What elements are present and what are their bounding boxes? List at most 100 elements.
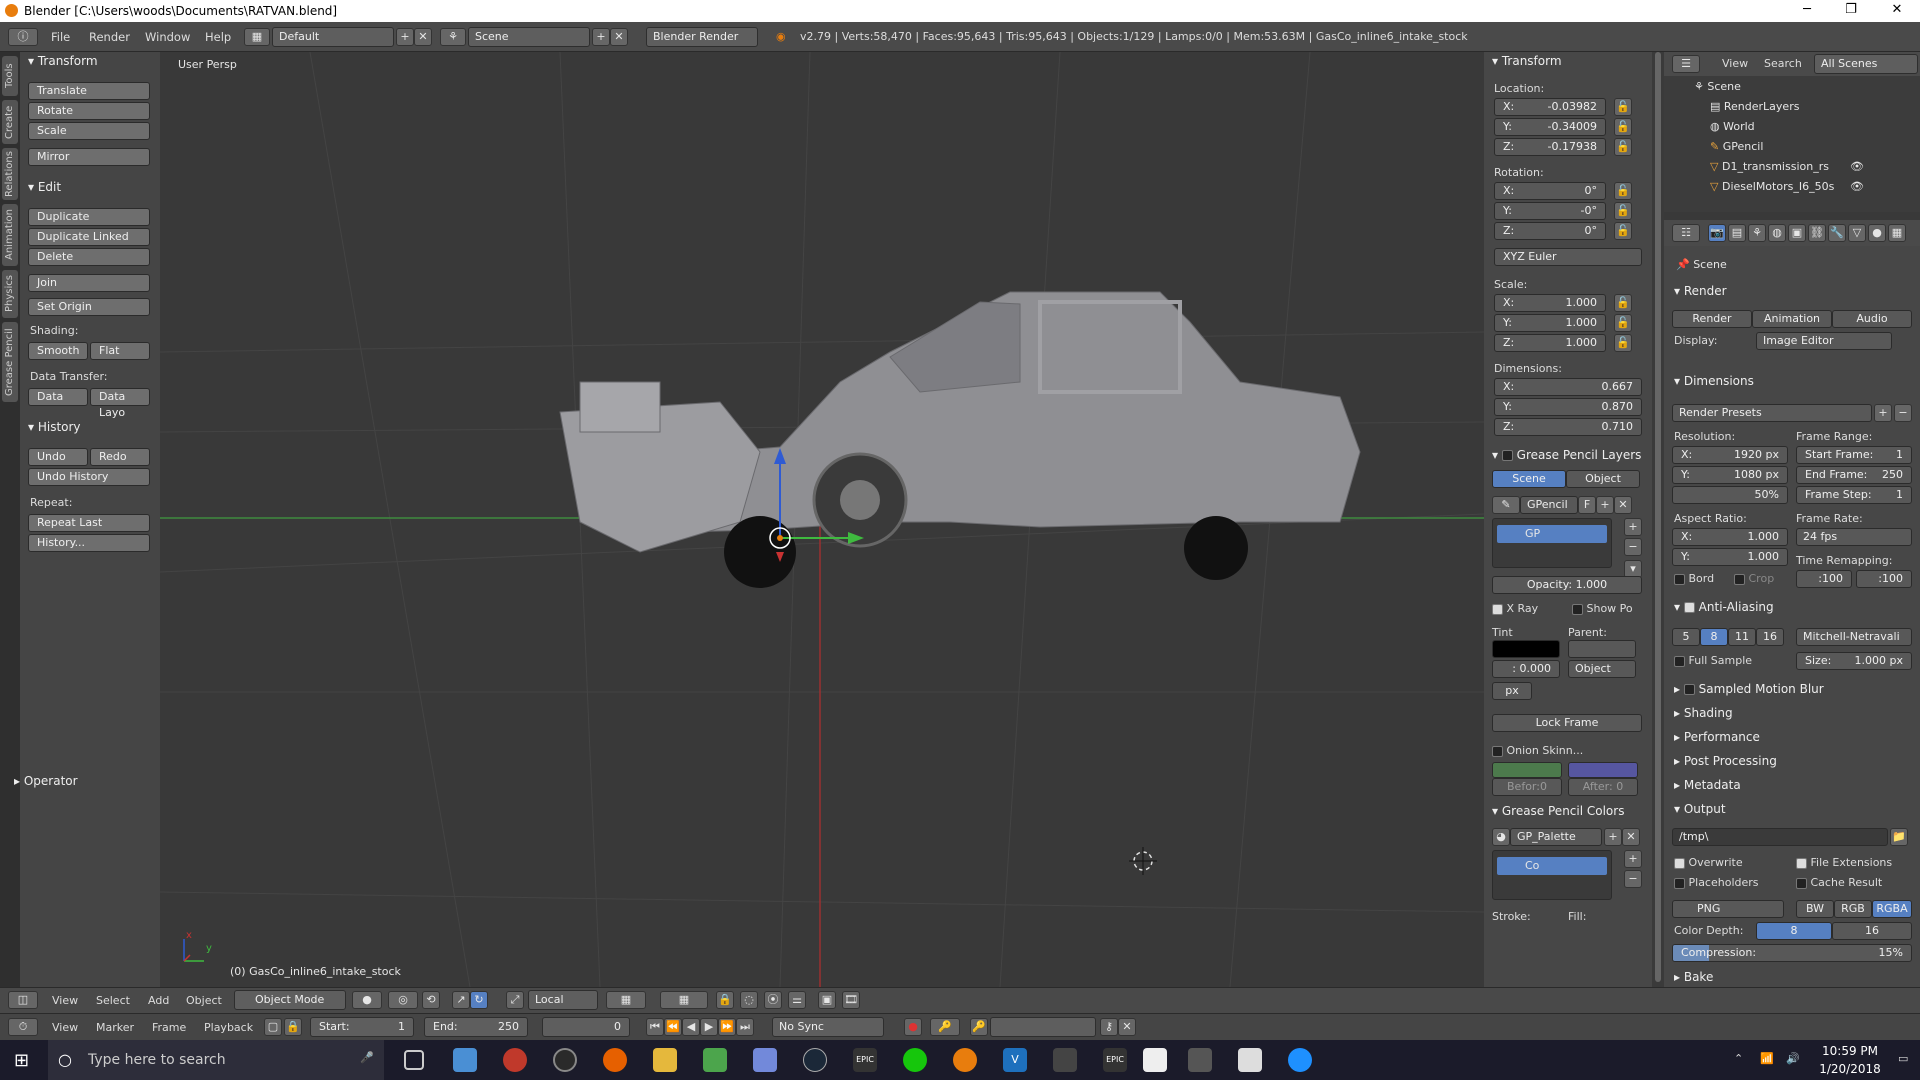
aa-11-button[interactable]: 11 (1728, 628, 1756, 646)
proportional-edit-icon[interactable]: ◌ (740, 991, 758, 1009)
snap-element-icon[interactable]: ⚌ (788, 991, 806, 1009)
network-icon[interactable]: 📶 (1760, 1052, 1774, 1065)
mail-icon[interactable] (1238, 1048, 1262, 1072)
taskbar-search-box[interactable]: ○ Type here to search 🎤 (48, 1040, 384, 1080)
render-presets-select[interactable]: Render Presets (1672, 404, 1872, 422)
lock-icon[interactable]: 🔓 (1614, 334, 1632, 352)
data-layout-button[interactable]: Data Layo (90, 388, 150, 419)
smooth-button[interactable]: Smooth (28, 342, 88, 360)
vheader-add-menu[interactable]: Add (148, 994, 169, 1007)
folder-icon[interactable]: 📁 (1890, 828, 1908, 846)
minimize-button[interactable]: ─ (1784, 0, 1830, 22)
tab-animation[interactable]: Animation (2, 204, 18, 266)
output-path-field[interactable]: /tmp\ (1672, 828, 1888, 846)
lock-icon[interactable]: 🔓 (1614, 314, 1632, 332)
tab-physics[interactable]: Physics (2, 270, 18, 318)
keying-set-icon[interactable]: 🔑 (930, 1018, 960, 1036)
start-frame-field[interactable]: Start Frame: 1 (1796, 446, 1912, 464)
lock-icon[interactable]: 🔓 (1614, 202, 1632, 220)
gp-parent-field[interactable] (1568, 640, 1636, 658)
properties-editor-type-icon[interactable]: ☷ (1672, 224, 1700, 242)
preset-add-icon[interactable]: + (1874, 404, 1892, 422)
scale-y-field[interactable]: Y: 1.000 (1494, 314, 1606, 332)
volume-icon[interactable]: 🔊 (1786, 1052, 1800, 1065)
scale-button[interactable]: Scale (28, 122, 150, 140)
gp-remove-icon[interactable]: ✕ (1614, 496, 1632, 514)
repeat-last-button[interactable]: Repeat Last (28, 514, 150, 532)
time-remap-old-field[interactable]: :100 (1796, 570, 1852, 588)
file-explorer-icon[interactable] (653, 1048, 677, 1072)
operator-header[interactable]: ▸ Operator (14, 774, 78, 788)
jump-keyframe-back-icon[interactable]: ⏪ (664, 1018, 682, 1036)
aa-8-button[interactable]: 8 (1700, 628, 1728, 646)
gp-color-remove-icon[interactable]: − (1624, 870, 1642, 888)
document-icon[interactable] (1143, 1048, 1167, 1072)
data-button[interactable]: Data (28, 388, 88, 406)
layout-field[interactable]: Default (272, 27, 394, 47)
motion-blur-checkbox[interactable] (1683, 684, 1695, 695)
join-button[interactable]: Join (28, 274, 150, 292)
lock-icon[interactable]: 🔓 (1614, 294, 1632, 312)
timeline-end-field[interactable]: End: 250 (424, 1017, 528, 1037)
flat-button[interactable]: Flat (90, 342, 150, 360)
jump-start-icon[interactable]: ⏮ (646, 1018, 664, 1036)
undo-history-button[interactable]: Undo History (28, 468, 150, 486)
gp-layer-list[interactable]: GP (1492, 518, 1612, 568)
lock-icon[interactable]: 🔓 (1614, 182, 1632, 200)
viewport-shading-icon[interactable]: ● (352, 991, 382, 1009)
gp-px-button[interactable]: px (1492, 682, 1532, 700)
aa-size-field[interactable]: Size: 1.000 px (1796, 652, 1912, 670)
delete-keyframe-icon[interactable]: ✕ (1118, 1018, 1136, 1036)
lock-icon[interactable]: 🔓 (1614, 98, 1632, 116)
clock-date[interactable]: 1/20/2018 (1810, 1062, 1890, 1076)
layers-icon[interactable]: ▦ (606, 991, 646, 1009)
menu-window[interactable]: Window (136, 30, 199, 44)
location-x-field[interactable]: X: -0.03982 (1494, 98, 1606, 116)
duplicate-button[interactable]: Duplicate (28, 208, 150, 226)
scene-tab-icon[interactable]: ⚘ (1748, 224, 1766, 242)
aa-filter-select[interactable]: Mitchell-Netravali (1796, 628, 1912, 646)
file-extensions-checkbox[interactable]: File Extensions (1796, 856, 1892, 869)
gp-lock-frame-button[interactable]: Lock Frame (1492, 714, 1642, 732)
outliner-item-gpencil[interactable]: ✎ GPencil (1710, 140, 1763, 153)
render-tab-icon[interactable]: 📷 (1708, 224, 1726, 242)
edit-header[interactable]: ▾ Edit (28, 180, 61, 194)
gp-layer-add-icon[interactable]: + (1624, 518, 1642, 536)
scene-field[interactable]: Scene (468, 27, 590, 47)
transform-orientation-select[interactable]: Local (528, 990, 598, 1010)
modifiers-tab-icon[interactable]: 🔧 (1828, 224, 1846, 242)
preset-remove-icon[interactable]: − (1894, 404, 1912, 422)
gp-fake-user-button[interactable]: F (1578, 496, 1596, 514)
keyframe-insert-icon[interactable]: 🔑 (970, 1018, 988, 1036)
windows-start-icon[interactable]: ⊞ (14, 1050, 29, 1071)
menu-help[interactable]: Help (196, 30, 240, 44)
add-scene-icon[interactable]: + (592, 28, 610, 46)
post-processing-panel-header[interactable]: ▸ Post Processing (1674, 754, 1777, 768)
outliner-item-scene[interactable]: ⚘ Scene (1694, 80, 1741, 93)
info-editor-type-icon[interactable]: ⓘ (8, 28, 38, 46)
render-animation-icon[interactable]: 🎞 (842, 991, 860, 1009)
duplicate-linked-button[interactable]: Duplicate Linked (28, 228, 150, 246)
redo-button[interactable]: Redo (90, 448, 150, 466)
current-frame-field[interactable]: 0 (542, 1017, 630, 1037)
menu-render[interactable]: Render (80, 30, 139, 44)
mirror-button[interactable]: Mirror (28, 148, 150, 166)
gp-palette-remove-icon[interactable]: ✕ (1622, 828, 1640, 846)
aa-panel-header[interactable]: ▾ Anti-Aliasing (1674, 600, 1774, 614)
scrollbar-thumb[interactable] (1655, 52, 1661, 982)
rotate-button[interactable]: Rotate (28, 102, 150, 120)
gp-palette-add-icon[interactable]: + (1604, 828, 1622, 846)
time-remap-new-field[interactable]: :100 (1856, 570, 1912, 588)
auto-keying-icon[interactable]: ● (904, 1018, 922, 1036)
output-panel-header[interactable]: ▾ Output (1674, 802, 1726, 816)
mode-select[interactable]: Object Mode (234, 990, 346, 1010)
unity-icon[interactable] (1053, 1048, 1077, 1072)
set-origin-select[interactable]: Set Origin (28, 298, 150, 316)
render-audio-button[interactable]: Audio (1832, 310, 1912, 328)
task-view-icon[interactable] (404, 1050, 424, 1070)
world-tab-icon[interactable]: ◍ (1768, 224, 1786, 242)
discord-icon[interactable] (753, 1048, 777, 1072)
scene-icon[interactable]: ⚘ (440, 28, 466, 46)
dimensions-panel-header[interactable]: ▾ Dimensions (1674, 374, 1754, 388)
scale-z-field[interactable]: Z: 1.000 (1494, 334, 1606, 352)
